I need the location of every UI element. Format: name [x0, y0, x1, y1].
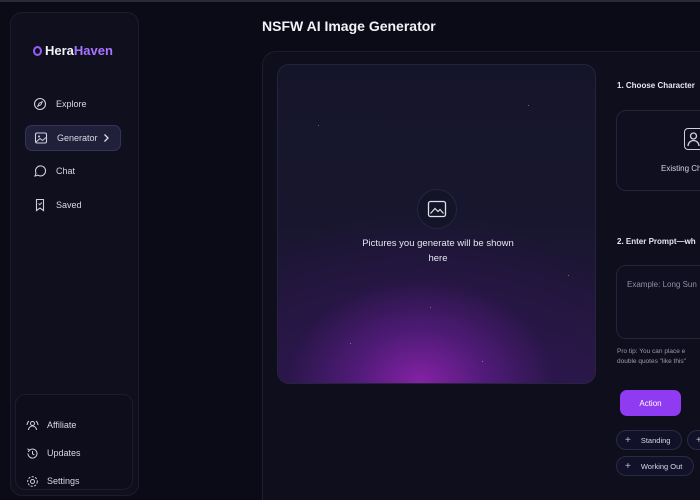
prompt-input[interactable]: Example: Long Sun	[616, 265, 700, 339]
star-dot	[482, 361, 483, 362]
action-button[interactable]: Action	[620, 390, 681, 416]
star-dot	[568, 275, 569, 276]
sidebar-item-label: Chat	[56, 166, 76, 176]
brand-logo[interactable]: Hera Haven	[33, 43, 113, 58]
page-title: NSFW AI Image Generator	[262, 18, 436, 34]
sidebar-item-chat[interactable]: Chat	[25, 158, 121, 184]
tag-chip[interactable]: +	[687, 430, 700, 450]
window-top-border	[0, 0, 700, 2]
compass-icon	[33, 97, 47, 111]
step2-label: 2. Enter Prompt—wh	[617, 237, 696, 246]
sidebar-item-label: Affiliate	[47, 420, 77, 430]
sidebar-bottom-menu: Affiliate Updates Settings	[15, 394, 133, 490]
chip-label: Working Out	[640, 461, 683, 471]
pro-tip-line: double quotes "like this"	[617, 358, 686, 365]
step1-label: 1. Choose Character	[617, 81, 695, 90]
tag-chip-standing[interactable]: + Standing	[616, 430, 682, 450]
plus-icon: +	[625, 434, 631, 446]
person-icon	[684, 128, 700, 150]
logo-ring-icon	[33, 45, 42, 56]
sidebar-item-label: Generator	[57, 133, 98, 143]
sidebar-item-generator[interactable]: Generator	[25, 125, 121, 151]
sidebar-item-affiliate[interactable]: Affiliate	[26, 416, 76, 434]
sidebar-item-label: Settings	[47, 476, 80, 486]
star-dot	[430, 307, 431, 308]
brand-name-part2: Haven	[73, 43, 113, 58]
existing-character-option[interactable]: Existing Ch	[616, 110, 700, 191]
plus-icon: +	[625, 460, 631, 472]
sidebar-item-settings[interactable]: Settings	[26, 472, 80, 490]
pro-tip-text: Pro tip: You can place e double quotes "…	[617, 347, 686, 367]
star-dot	[528, 105, 529, 106]
preview-placeholder-text: Pictures you generate will be shown here	[362, 238, 514, 264]
sidebar: HeraHaven Explore Generator Chat Saved	[10, 12, 139, 496]
pro-tip-line: Pro tip: You can place e	[617, 348, 686, 355]
sidebar-item-saved[interactable]: Saved	[25, 192, 121, 218]
plus-icon: +	[696, 434, 700, 446]
chat-icon	[33, 164, 47, 178]
prompt-placeholder: Example: Long Sun	[627, 280, 697, 289]
sidebar-item-updates[interactable]: Updates	[26, 444, 81, 462]
star-dot	[350, 343, 351, 344]
bookmark-icon	[33, 198, 47, 212]
character-option-label: Existing Ch	[661, 164, 700, 173]
sidebar-item-label: Saved	[56, 200, 82, 210]
chip-label: Standing	[640, 435, 671, 445]
image-preview-area: Pictures you generate will be shown here	[277, 64, 596, 384]
image-placeholder-icon	[417, 189, 457, 229]
affiliate-icon	[26, 419, 39, 432]
brand-name-part1: Hera	[45, 43, 74, 58]
history-icon	[26, 447, 39, 460]
sidebar-item-explore[interactable]: Explore	[25, 91, 121, 117]
sidebar-item-label: Explore	[56, 99, 87, 109]
star-dot	[318, 125, 319, 126]
gear-icon	[26, 475, 39, 488]
chevron-right-icon	[101, 133, 111, 143]
tag-chip-working-out[interactable]: + Working Out	[616, 456, 694, 476]
sidebar-item-label: Updates	[47, 448, 81, 458]
image-icon	[34, 131, 48, 145]
